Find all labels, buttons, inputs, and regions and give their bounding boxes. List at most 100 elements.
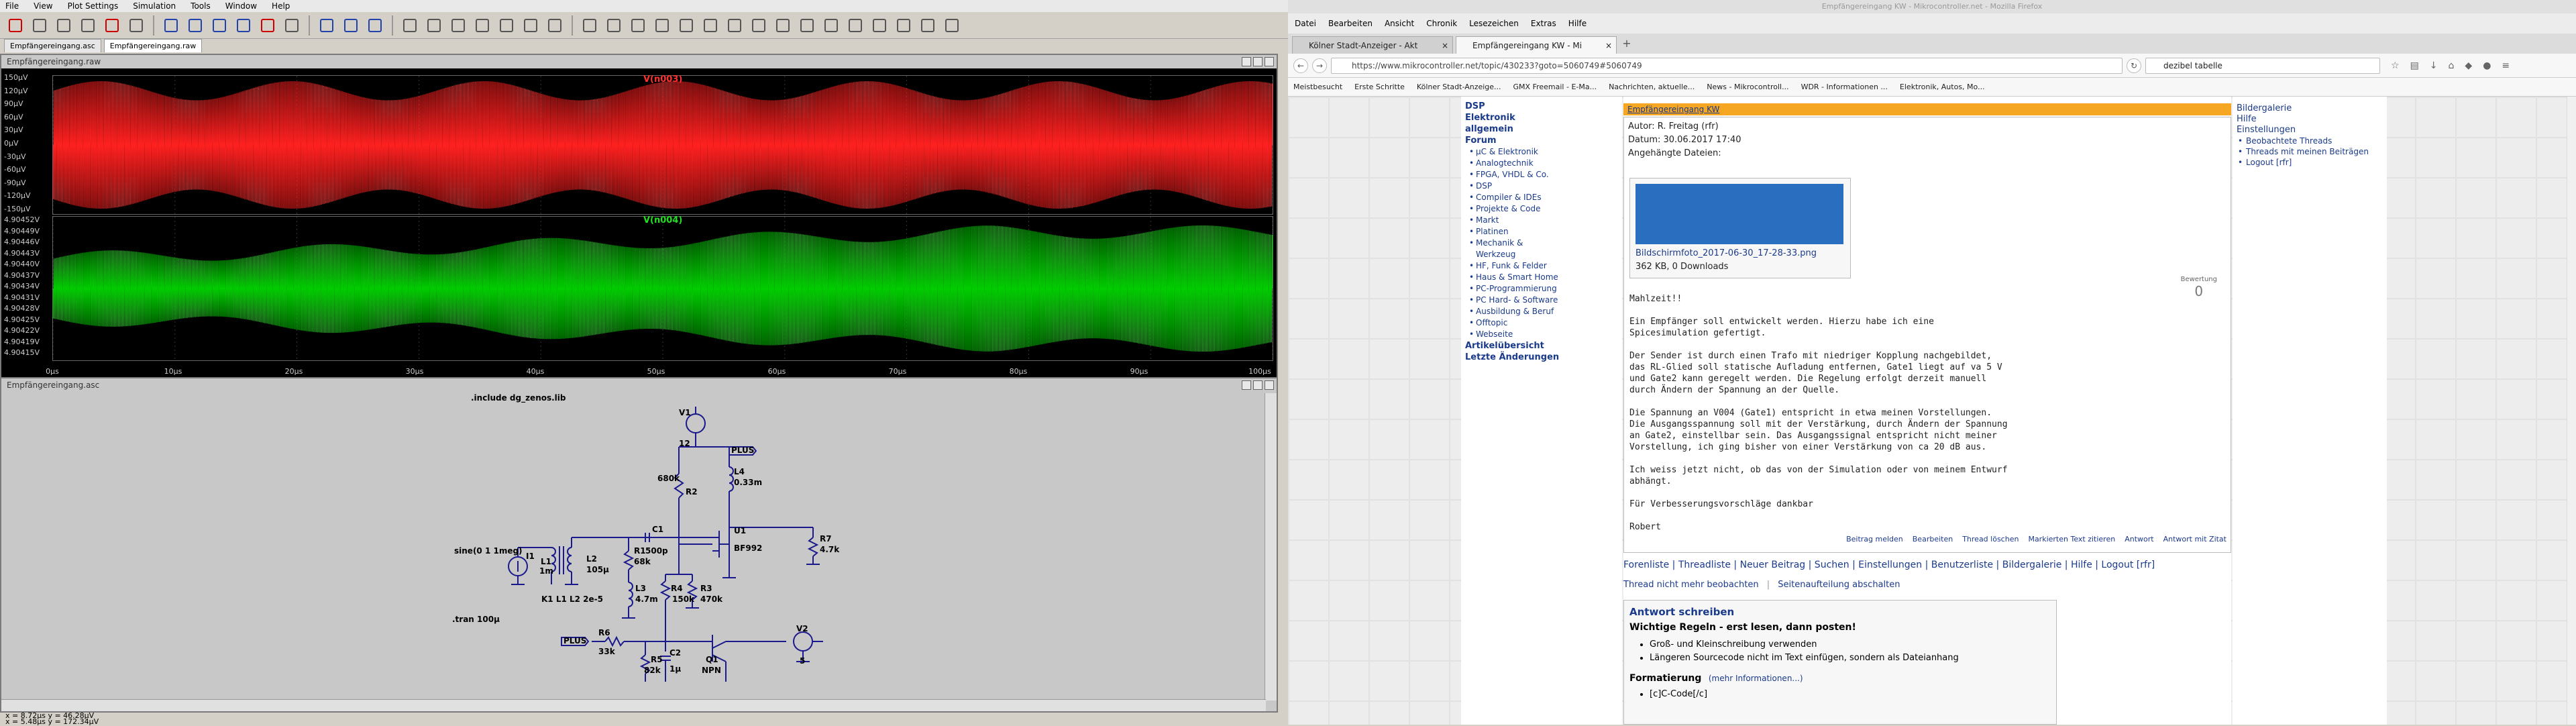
tab-koelner-stadt-anzeiger[interactable]: Kölner Stadt-Anzeiger - Akt × (1292, 36, 1453, 54)
forum-link[interactable]: µC & Elektronik (1461, 146, 1622, 158)
minimize-icon[interactable] (1242, 57, 1251, 66)
menu-help[interactable]: Help (272, 0, 290, 12)
close-icon[interactable] (1265, 380, 1274, 390)
bookmark-item[interactable]: Kölner Stadt-Anzeige... (1417, 78, 1501, 96)
menu-chronik[interactable]: Chronik (1426, 13, 1457, 34)
tile-horizontal-icon[interactable] (282, 15, 302, 36)
menu-plot-settings[interactable]: Plot Settings (68, 0, 119, 12)
autorange-icon[interactable] (258, 15, 278, 36)
inductor-icon[interactable] (700, 15, 720, 36)
menu-file[interactable]: File (5, 0, 19, 12)
link-meine-beitraege[interactable]: Threads mit meinen Beiträgen (2233, 146, 2387, 157)
bookmark-item[interactable]: GMX Freemail - E-Ma... (1513, 78, 1597, 96)
undo-icon[interactable] (821, 15, 841, 36)
open-icon[interactable] (30, 15, 50, 36)
pocket-icon[interactable]: ◆ (2465, 60, 2472, 71)
forum-link[interactable]: HF, Funk & Felder (1461, 260, 1562, 272)
maximize-icon[interactable] (1253, 380, 1263, 390)
bookmark-item[interactable]: Elektronik, Autos, Mo... (1900, 78, 1985, 96)
rotate-icon[interactable] (869, 15, 890, 36)
close-all-icon[interactable] (365, 15, 385, 36)
directive-include[interactable]: .include dg_zenos.lib (471, 393, 566, 403)
back-icon[interactable]: ← (1293, 58, 1308, 73)
zoom-fit-icon[interactable] (233, 15, 254, 36)
forum-link[interactable]: Haus & Smart Home (1461, 272, 1562, 283)
quote-selected-link[interactable]: Markierten Text zitieren (2028, 535, 2115, 543)
unwatch-thread-link[interactable]: Thread nicht mehr beobachten (1623, 580, 1759, 590)
wire-icon[interactable] (580, 15, 600, 36)
minimize-icon[interactable] (1242, 380, 1251, 390)
setup-icon[interactable] (545, 15, 565, 36)
find-icon[interactable] (472, 15, 492, 36)
plot-pane-top[interactable]: V(n003) (52, 74, 1273, 215)
tile-vertical-icon[interactable] (317, 15, 337, 36)
menu-window[interactable]: Window (225, 0, 257, 12)
print-preview-icon[interactable] (521, 15, 541, 36)
tab-schematic[interactable]: Empfängereingang.asc (4, 39, 101, 52)
tab-waveform[interactable]: Empfängereingang.raw (103, 39, 203, 52)
bookmark-item[interactable]: News - Mikrocontroll... (1707, 78, 1788, 96)
spice-directive-icon[interactable] (942, 15, 962, 36)
menu-bearbeiten[interactable]: Bearbeiten (1328, 13, 1373, 34)
zoom-out-icon[interactable] (209, 15, 229, 36)
url-bar[interactable]: https://www.mikrocontroller.net/topic/43… (1331, 57, 2123, 74)
copy-icon[interactable] (424, 15, 444, 36)
bookmark-item[interactable]: Erste Schritte (1354, 78, 1405, 96)
nav-letzte-aenderungen[interactable]: Letzte Änderungen (1461, 352, 1622, 363)
capacitor-icon[interactable] (676, 15, 696, 36)
forum-link[interactable]: PC-Programmierung (1461, 283, 1562, 295)
menu-view[interactable]: View (34, 0, 52, 12)
menu-ansicht[interactable]: Ansicht (1385, 13, 1414, 34)
search-input[interactable]: dezibel tabelle (2145, 57, 2380, 74)
print-icon[interactable] (496, 15, 517, 36)
nav-dsp[interactable]: DSP (1461, 101, 1622, 112)
attachment[interactable]: Bildschirmfoto_2017-06-30_17-28-33.png 3… (1629, 178, 1851, 278)
run-icon[interactable] (102, 15, 122, 36)
menu-datei[interactable]: Datei (1295, 13, 1316, 34)
page-scrollbar[interactable] (2567, 97, 2576, 725)
forum-link[interactable]: DSP (1461, 180, 1622, 192)
link-logout[interactable]: Logout [rfr] (2233, 157, 2387, 168)
cut-icon[interactable] (400, 15, 420, 36)
reply-link[interactable]: Antwort (2125, 535, 2153, 543)
attachment-thumbnail[interactable] (1635, 184, 1843, 244)
plot-pane-bottom[interactable]: V(n004) (52, 215, 1273, 361)
home-icon[interactable]: ⌂ (2449, 60, 2455, 71)
link-bildergalerie[interactable]: Bildergalerie (2233, 103, 2387, 114)
forum-link[interactable]: Webseite (1461, 329, 1622, 340)
zoom-in-icon[interactable] (161, 15, 181, 36)
mirror-icon[interactable] (894, 15, 914, 36)
control-panel-icon[interactable] (78, 15, 98, 36)
halt-icon[interactable] (126, 15, 146, 36)
menu-tools[interactable]: Tools (191, 0, 211, 12)
thread-title[interactable]: Empfängereingang KW (1623, 103, 2231, 115)
forum-link[interactable]: Compiler & IDEs (1461, 192, 1622, 203)
directive-coupling[interactable]: K1 L1 L2 2e-5 (541, 594, 603, 604)
forum-link[interactable]: Markt (1461, 215, 1622, 226)
resistor-icon[interactable] (652, 15, 672, 36)
move-icon[interactable] (773, 15, 793, 36)
attachment-filename[interactable]: Bildschirmfoto_2017-06-30_17-28-33.png (1635, 248, 1817, 258)
schematic-hscroll[interactable] (1, 699, 1266, 711)
library-icon[interactable]: ▤ (2410, 60, 2419, 71)
tab-empfaengereingang[interactable]: Empfängereingang KW - Mi × (1456, 36, 1617, 54)
bookmark-item[interactable]: Nachrichten, aktuelle... (1609, 78, 1695, 96)
reply-rules[interactable]: Wichtige Regeln - erst lesen, dann poste… (1629, 622, 2051, 633)
bookmark-star-icon[interactable]: ☆ (2391, 60, 2400, 71)
nav-artikeluebersicht[interactable]: Artikelübersicht (1461, 340, 1622, 352)
close-icon[interactable] (1265, 57, 1274, 66)
forward-icon[interactable]: → (1312, 58, 1327, 73)
label-net-icon[interactable] (628, 15, 648, 36)
menu-simulation[interactable]: Simulation (133, 0, 176, 12)
link-einstellungen[interactable]: Einstellungen (2233, 125, 2387, 136)
directive-tran[interactable]: .tran 100µ (452, 615, 500, 624)
maximize-icon[interactable] (1253, 57, 1263, 66)
save-icon[interactable] (54, 15, 74, 36)
forum-link[interactable]: Platinen (1461, 226, 1622, 238)
forum-links[interactable]: Forenliste | Threadliste | Neuer Beitrag… (1623, 560, 2155, 570)
pan-icon[interactable] (185, 15, 205, 36)
reply-quote-link[interactable]: Antwort mit Zitat (2163, 535, 2226, 543)
cascade-icon[interactable] (341, 15, 361, 36)
delete-thread-link[interactable]: Thread löschen (1962, 535, 2019, 543)
menu-hilfe[interactable]: Hilfe (1568, 13, 1587, 34)
